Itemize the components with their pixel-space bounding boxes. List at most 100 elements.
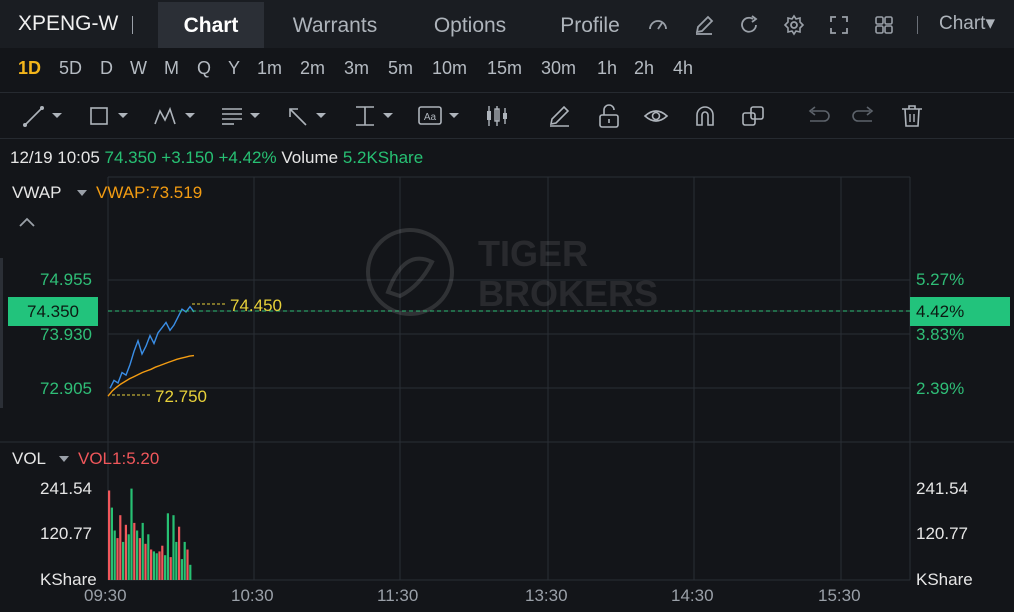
volume-bar xyxy=(113,530,116,580)
period-y[interactable]: Y xyxy=(228,58,240,79)
volume-bar xyxy=(110,507,113,580)
high-low-markers xyxy=(112,303,226,396)
pct-axis-right-2: 3.83% xyxy=(916,325,965,344)
period-2m[interactable]: 2m xyxy=(300,58,325,79)
volume-bar xyxy=(169,557,172,580)
watermark-text-2: BROKERS xyxy=(478,273,658,314)
edit-icon[interactable] xyxy=(693,14,715,36)
price-series-line xyxy=(109,305,195,389)
volume-axis-right-unit: KShare xyxy=(916,570,973,589)
period-2h[interactable]: 2h xyxy=(634,58,654,79)
volume-bar xyxy=(186,549,189,580)
period-30m[interactable]: 30m xyxy=(541,58,576,79)
tab-options[interactable]: Options xyxy=(418,2,522,48)
period-4h[interactable]: 4h xyxy=(673,58,693,79)
quote-change: +3.150 xyxy=(161,148,214,167)
measure-tool-icon[interactable] xyxy=(353,103,397,129)
unlock-icon[interactable] xyxy=(596,103,622,129)
tab-chart[interactable]: Chart xyxy=(158,2,264,48)
volume-bar xyxy=(144,543,147,580)
time-tick-3: 11:30 xyxy=(377,586,419,605)
indicator-dropdown-icon[interactable] xyxy=(76,188,88,198)
pattern-tool-icon[interactable] xyxy=(153,103,199,129)
pen-icon[interactable] xyxy=(547,103,573,129)
period-10m[interactable]: 10m xyxy=(432,58,467,79)
volume-bar xyxy=(158,551,161,580)
period-d[interactable]: D xyxy=(100,58,113,79)
tab-warrants[interactable]: Warrants xyxy=(280,2,390,48)
volume-bar xyxy=(180,559,183,580)
volume-bar xyxy=(119,515,122,580)
indicator-name[interactable]: VWAP xyxy=(12,183,61,203)
volume-indicator-value: VOL1:5.20 xyxy=(78,449,160,468)
period-1h[interactable]: 1h xyxy=(597,58,617,79)
symbol-separator xyxy=(132,16,133,34)
volume-bar xyxy=(164,555,167,580)
line-tool-icon[interactable] xyxy=(22,103,66,129)
volume-bar xyxy=(130,488,133,580)
volume-bar xyxy=(122,541,125,580)
volume-dropdown-icon[interactable] xyxy=(58,454,70,464)
time-tick-4: 13:30 xyxy=(525,586,568,605)
panel-resize-handle[interactable] xyxy=(0,258,3,408)
volume-bar xyxy=(178,526,181,580)
period-5m[interactable]: 5m xyxy=(388,58,413,79)
volume-bar xyxy=(155,553,158,580)
fib-tool-icon[interactable] xyxy=(220,103,264,129)
volume-value: 5.2KShare xyxy=(342,148,424,167)
period-w[interactable]: W xyxy=(130,58,147,79)
price-chart[interactable]: TIGER BROKERS xyxy=(0,170,1014,612)
current-pct-tag: 4.42% xyxy=(910,297,1010,326)
magnet-icon[interactable] xyxy=(692,103,718,129)
settings-icon[interactable] xyxy=(783,14,805,36)
grid-icon[interactable] xyxy=(873,14,895,36)
volume-bar xyxy=(161,545,164,580)
text-tool-icon[interactable]: Aa xyxy=(417,103,463,129)
volume-bar xyxy=(172,515,175,580)
chart-type-dropdown[interactable]: Chart▾ xyxy=(939,12,995,35)
period-3m[interactable]: 3m xyxy=(344,58,369,79)
high-price-label: 74.450 xyxy=(230,296,282,315)
candles-tool-icon[interactable] xyxy=(484,103,510,129)
period-m[interactable]: M xyxy=(164,58,179,79)
price-axis-left-3: 72.905 xyxy=(40,379,92,398)
watermark-text-1: TIGER xyxy=(478,233,588,274)
tab-profile[interactable]: Profile xyxy=(548,2,632,48)
period-15m[interactable]: 15m xyxy=(487,58,522,79)
divider xyxy=(0,138,1014,139)
volume-bar xyxy=(116,538,119,580)
clone-icon[interactable] xyxy=(740,103,766,129)
period-1d[interactable]: 1D xyxy=(18,58,41,79)
volume-axis-left-1: 241.54 xyxy=(40,479,92,498)
vwap-value: VWAP:73.519 xyxy=(96,183,203,202)
volume-bar xyxy=(127,534,130,580)
pct-axis-right-1: 5.27% xyxy=(916,270,965,289)
volume-axis-right-1: 241.54 xyxy=(916,479,968,498)
watermark-logo xyxy=(366,228,454,316)
collapse-chevron-icon[interactable] xyxy=(18,216,36,228)
trash-icon[interactable] xyxy=(899,103,925,129)
volume-indicator-name[interactable]: VOL xyxy=(12,449,46,469)
period-5d[interactable]: 5D xyxy=(59,58,82,79)
redo-icon[interactable] xyxy=(852,103,878,129)
period-q[interactable]: Q xyxy=(197,58,211,79)
fullscreen-icon[interactable] xyxy=(828,14,850,36)
divider xyxy=(0,92,1014,93)
period-1m[interactable]: 1m xyxy=(257,58,282,79)
arrow-tool-icon[interactable] xyxy=(286,103,330,129)
low-price-label: 72.750 xyxy=(155,387,207,406)
eye-icon[interactable] xyxy=(643,103,669,129)
volume-bar xyxy=(150,549,153,580)
time-tick-1: 09:30 xyxy=(84,586,127,605)
speedometer-icon[interactable] xyxy=(647,14,669,36)
time-tick-6: 15:30 xyxy=(818,586,861,605)
volume-bar xyxy=(152,551,155,580)
volume-bars xyxy=(108,488,192,580)
refresh-icon[interactable] xyxy=(738,14,760,36)
volume-bar xyxy=(183,541,186,580)
undo-icon[interactable] xyxy=(804,103,830,129)
symbol-title[interactable]: XPENG-W xyxy=(18,12,118,36)
volume-bar xyxy=(166,513,169,580)
time-tick-5: 14:30 xyxy=(671,586,714,605)
rectangle-tool-icon[interactable] xyxy=(88,103,132,129)
